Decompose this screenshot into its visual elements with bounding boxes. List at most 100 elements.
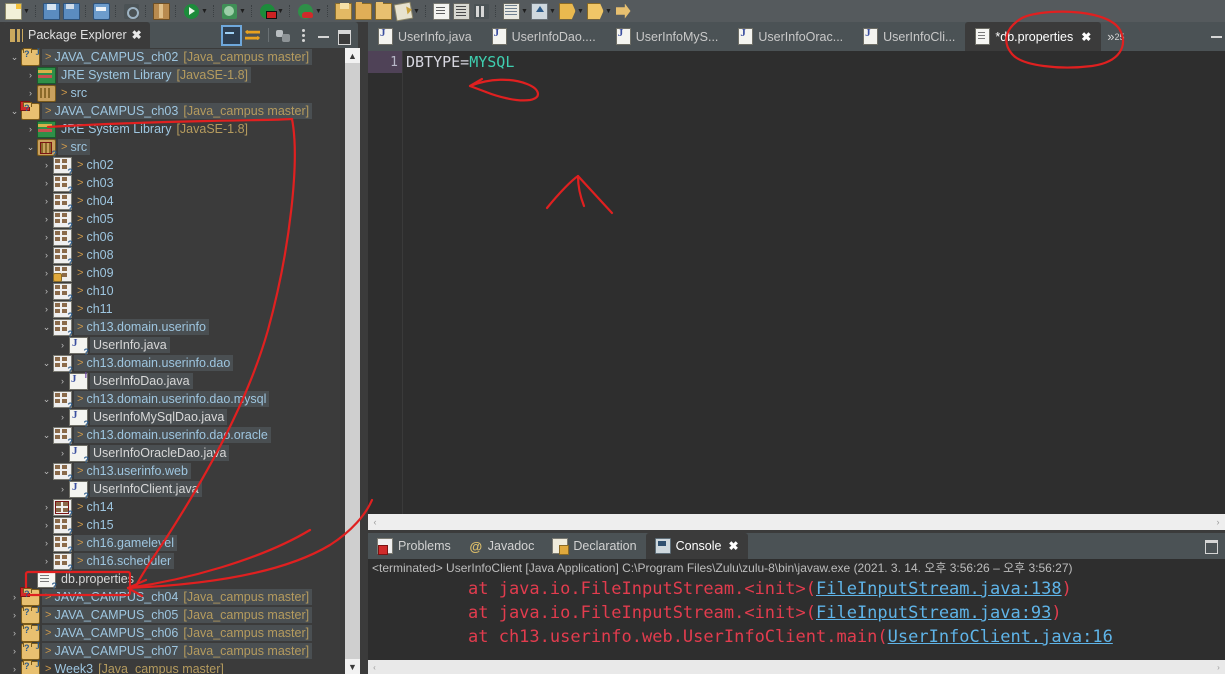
chevron-down-icon[interactable]: ▼ — [315, 2, 322, 20]
maximize-icon[interactable] — [335, 27, 352, 45]
chevron-right-icon[interactable]: › — [40, 196, 53, 206]
package-explorer-vertical-scrollbar[interactable]: ▲ ▼ — [345, 48, 360, 674]
console-tab-problems[interactable]: Problems — [368, 533, 460, 559]
tree-item[interactable]: › >ch11 — [4, 300, 345, 321]
chevron-right-icon[interactable]: › — [40, 556, 53, 566]
tree-item[interactable]: ⌄ >ch13.domain.userinfo.dao — [4, 354, 345, 375]
tree-item[interactable]: › UserInfoMySqlDao.java — [4, 408, 345, 429]
toggle-breakpoint-button[interactable] — [472, 2, 490, 20]
chevron-right-icon[interactable]: › — [40, 520, 53, 530]
chevron-right-icon[interactable]: › — [24, 88, 37, 98]
chevron-right-icon[interactable]: › — [56, 484, 69, 494]
tree-item[interactable]: › >ch05 — [4, 210, 345, 231]
editor-tab-userinfojava[interactable]: UserInfo.java — [368, 22, 482, 51]
close-icon[interactable]: ✖ — [728, 540, 738, 552]
chevron-down-icon[interactable]: ▼ — [521, 2, 528, 20]
tree-item[interactable]: › >JAVA_CAMPUS_ch06 [Java_campus master] — [4, 623, 345, 642]
chevron-right-icon[interactable]: › — [56, 448, 69, 458]
coverage-button[interactable] — [296, 2, 314, 20]
debug-button[interactable] — [220, 2, 238, 20]
editor-tab-overflow-button[interactable]: » 25 — [1101, 22, 1130, 51]
editor-tab-dbproperties[interactable]: *db.properties ✖ — [965, 22, 1102, 51]
tree-item[interactable]: › >ch16.gamelevel — [4, 534, 345, 555]
chevron-down-icon[interactable]: ⌄ — [40, 358, 53, 368]
close-icon[interactable]: ✖ — [132, 29, 142, 41]
tree-item[interactable]: › >Week3 [Java_campus master] — [4, 659, 345, 674]
scroll-right-icon[interactable]: › — [1211, 514, 1225, 530]
tree-item[interactable]: ⌄ >ch13.domain.userinfo — [4, 318, 345, 339]
tree-item[interactable]: ⌄ >src — [4, 138, 345, 159]
print-button[interactable] — [92, 2, 110, 20]
chevron-down-icon[interactable]: ⌄ — [8, 52, 21, 62]
chevron-right-icon[interactable]: › — [8, 628, 21, 638]
tree-item[interactable]: › >ch08 — [4, 246, 345, 267]
chevron-right-icon[interactable]: › — [40, 232, 53, 242]
editor-tab-userinfoorac[interactable]: UserInfoOrac... — [728, 22, 853, 51]
edit-button[interactable] — [393, 1, 413, 21]
tree-item[interactable]: › >ch02 — [4, 156, 345, 177]
chevron-down-icon[interactable]: ▼ — [277, 2, 284, 20]
open-type-button[interactable] — [354, 1, 372, 20]
tree-item[interactable]: › UserInfoDao.java — [4, 371, 345, 393]
chevron-right-icon[interactable]: › — [40, 538, 53, 548]
tree-item[interactable]: › > src — [4, 84, 345, 102]
tree-item[interactable]: db.properties — [4, 570, 345, 591]
scroll-left-icon[interactable]: ‹ — [368, 514, 382, 530]
chevron-down-icon[interactable]: ⌄ — [40, 322, 53, 332]
step-return-button[interactable] — [530, 2, 548, 20]
forward-button[interactable] — [614, 2, 632, 20]
chevron-right-icon[interactable]: › — [40, 502, 53, 512]
chevron-down-icon[interactable]: ⌄ — [40, 394, 53, 404]
tree-item[interactable]: › >ch15 — [4, 516, 345, 537]
tree-item[interactable]: › UserInfoOracleDao.java — [4, 444, 345, 465]
package-explorer-tree[interactable]: ⌄>JAVA_CAMPUS_ch02[Java_campus master]›J… — [4, 48, 345, 674]
scroll-down-icon[interactable]: ▼ — [345, 659, 360, 674]
chevron-down-icon[interactable]: ▼ — [201, 2, 208, 20]
collapse-all-icon[interactable] — [221, 24, 242, 46]
tab-package-explorer[interactable]: Package Explorer ✖ — [4, 22, 150, 48]
tree-item[interactable]: ⌄ >ch13.domain.userinfo.dao.mysql — [4, 390, 345, 411]
scroll-left-icon[interactable]: ‹ — [368, 660, 381, 674]
chevron-down-icon[interactable]: ⌄ — [40, 430, 53, 440]
tree-item[interactable]: › >JAVA_CAMPUS_ch07 [Java_campus master] — [4, 641, 345, 660]
tree-item[interactable]: ⌄ >ch13.domain.userinfo.dao.oracle — [4, 426, 345, 447]
scroll-right-icon[interactable]: › — [1212, 660, 1225, 674]
chevron-down-icon[interactable]: ▼ — [239, 2, 246, 20]
view-menu-icon[interactable] — [295, 27, 312, 44]
chevron-right-icon[interactable]: › — [40, 250, 53, 260]
quick-fix-button[interactable] — [122, 2, 140, 20]
next-annotation-button[interactable] — [586, 2, 604, 20]
chevron-down-icon[interactable]: ▼ — [549, 2, 556, 20]
chevron-right-icon[interactable]: › — [40, 214, 53, 224]
chevron-right-icon[interactable]: › — [40, 178, 53, 188]
new-java-project-button[interactable] — [334, 2, 352, 20]
tree-item[interactable]: › >ch16.scheduler — [4, 552, 345, 573]
tree-item[interactable]: ⌄>JAVA_CAMPUS_ch03[Java_campus master] — [4, 100, 345, 120]
tree-item[interactable]: ›>JAVA_CAMPUS_ch04[Java_campus master] — [4, 586, 345, 606]
chevron-right-icon[interactable]: › — [40, 268, 53, 278]
save-all-button[interactable] — [62, 2, 80, 20]
open-resource-button[interactable] — [374, 1, 392, 20]
close-icon[interactable]: ✖ — [1081, 31, 1091, 43]
tree-item[interactable]: › UserInfoClient.java — [4, 480, 345, 501]
new-button[interactable] — [4, 2, 22, 20]
previous-annotation-button[interactable] — [558, 2, 576, 20]
console-tab-declaration[interactable]: Declaration — [543, 533, 645, 559]
console-output[interactable]: <terminated> UserInfoClient [Java Applic… — [368, 559, 1225, 674]
tree-item[interactable]: › >ch04 — [4, 192, 345, 213]
chevron-right-icon[interactable]: › — [40, 304, 53, 314]
chevron-down-icon[interactable]: ▼ — [23, 2, 30, 20]
chevron-right-icon[interactable]: › — [8, 610, 21, 620]
tree-item[interactable]: › JRE System Library [JavaSE-1.8] — [4, 66, 345, 84]
chevron-down-icon[interactable]: ⌄ — [40, 466, 53, 476]
task-list-button[interactable] — [502, 2, 520, 20]
tree-item[interactable]: › JRE System Library [JavaSE-1.8] — [4, 120, 345, 138]
chevron-right-icon[interactable]: › — [56, 376, 69, 386]
tree-item[interactable]: › > ch09 — [4, 264, 345, 282]
run-button[interactable] — [182, 2, 200, 20]
view-filter-icon[interactable] — [275, 27, 292, 44]
chevron-down-icon[interactable]: ▼ — [605, 2, 612, 20]
chevron-right-icon[interactable]: › — [56, 340, 69, 350]
tree-item[interactable]: › >ch06 — [4, 228, 345, 249]
chevron-down-icon[interactable]: ▼ — [413, 2, 420, 20]
